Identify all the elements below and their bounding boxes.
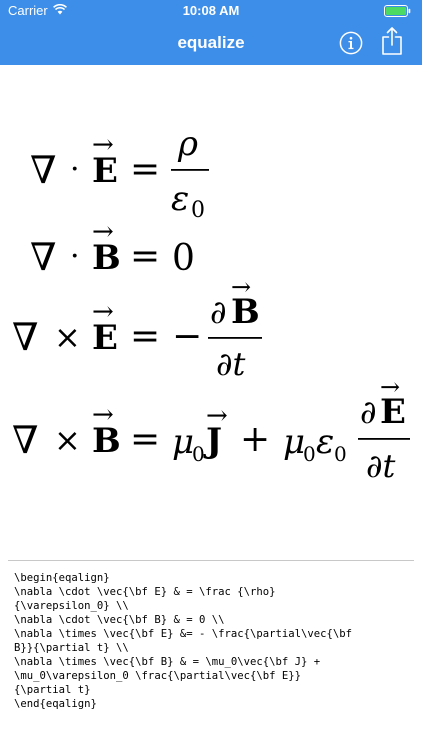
fraction-bar bbox=[171, 169, 209, 171]
share-icon bbox=[382, 27, 402, 55]
minus-sign: − bbox=[172, 316, 202, 357]
battery-icon bbox=[384, 5, 411, 17]
equals-sign: = bbox=[130, 316, 160, 357]
cross-operator: × bbox=[54, 318, 81, 356]
nabla-symbol: ∇ bbox=[30, 235, 57, 279]
clock-time: 10:08 AM bbox=[182, 3, 240, 18]
nabla-symbol: ∇ bbox=[12, 418, 39, 462]
latex-source-editor[interactable]: \begin{eqalign} \nabla \cdot \vec{\bf E}… bbox=[14, 571, 416, 711]
zero-value: 0 bbox=[172, 238, 195, 279]
vector-arrow: → bbox=[92, 297, 114, 327]
mu-symbol: μ bbox=[172, 422, 194, 462]
equals-sign: = bbox=[130, 149, 160, 190]
vector-arrow: → bbox=[92, 130, 114, 160]
dot-operator: · bbox=[70, 152, 80, 187]
fraction-bar bbox=[208, 337, 262, 339]
equation-ampere-law: ∇ × B → = μ 0 J → + μ 0 ε 0 ∂ E → ∂t bbox=[12, 373, 410, 485]
equals-sign: = bbox=[130, 419, 160, 460]
equation-gauss-law: ∇ · E → = ρ ε 0 bbox=[30, 124, 209, 223]
equation-preview: ∇ · E → = ρ ε 0 ∇ · B → = 0 ∇ × E → = − … bbox=[0, 65, 422, 560]
mu-subscript: 0 bbox=[192, 442, 205, 466]
epsilon-symbol: ε bbox=[316, 422, 334, 462]
vector-arrow: → bbox=[380, 373, 400, 401]
vector-arrow: → bbox=[92, 217, 114, 247]
nabla-symbol: ∇ bbox=[30, 148, 57, 192]
vector-arrow: → bbox=[231, 273, 251, 301]
status-bar: Carrier 10:08 AM bbox=[0, 0, 422, 22]
epsilon-subscript: 0 bbox=[191, 198, 205, 223]
plus-sign: + bbox=[240, 419, 270, 460]
equation-gauss-magnetism: ∇ · B → = 0 bbox=[30, 217, 195, 279]
vector-arrow: → bbox=[92, 400, 114, 430]
rho-numerator: ρ bbox=[177, 124, 198, 164]
equation-render: ∇ · E → = ρ ε 0 ∇ · B → = 0 ∇ × E → = − … bbox=[12, 124, 410, 485]
vector-arrow: → bbox=[206, 401, 228, 431]
partial-t-denominator: ∂t bbox=[216, 345, 246, 383]
dot-operator: · bbox=[70, 239, 80, 274]
info-button[interactable] bbox=[339, 31, 363, 55]
divider bbox=[8, 560, 414, 561]
epsilon-denominator: ε bbox=[171, 179, 189, 219]
equals-sign: = bbox=[130, 236, 160, 277]
epsilon-subscript: 0 bbox=[334, 442, 347, 466]
partial-t-denominator: ∂t bbox=[366, 447, 396, 485]
nabla-symbol: ∇ bbox=[12, 315, 39, 359]
fraction-bar bbox=[358, 438, 410, 440]
partial-symbol: ∂ bbox=[360, 393, 377, 431]
info-circle-icon bbox=[339, 31, 363, 55]
partial-symbol: ∂ bbox=[210, 293, 227, 331]
cross-operator: × bbox=[54, 421, 81, 459]
equation-faraday-law: ∇ × E → = − ∂ B → ∂t bbox=[12, 273, 262, 383]
navigation-header: Carrier 10:08 AM equalize bbox=[0, 0, 422, 65]
mu-subscript: 0 bbox=[303, 442, 316, 466]
mu-symbol: μ bbox=[283, 422, 305, 462]
share-button[interactable] bbox=[381, 26, 403, 56]
